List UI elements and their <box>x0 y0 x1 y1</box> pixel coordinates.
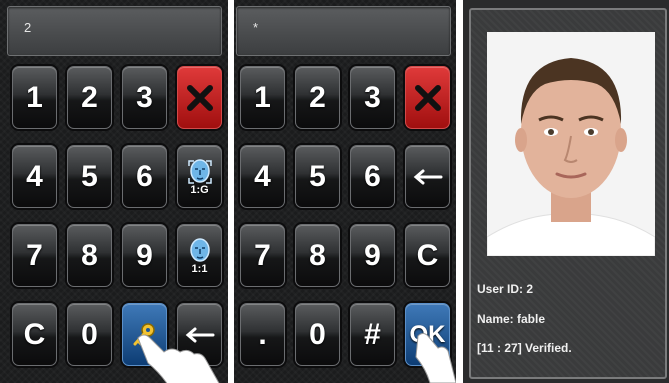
key-label: . <box>258 317 267 351</box>
key-7[interactable]: 7 <box>240 224 285 287</box>
key-4[interactable]: 4 <box>12 145 57 208</box>
key-label: 4 <box>26 159 43 193</box>
key-label: # <box>364 317 381 351</box>
face-1g-button[interactable]: 1:G <box>177 145 222 208</box>
key-label: 8 <box>309 238 326 272</box>
cancel-button[interactable] <box>177 66 222 129</box>
key-label: 5 <box>309 159 326 193</box>
backspace-button[interactable] <box>405 145 450 208</box>
face-icon <box>189 237 210 262</box>
key-label: 9 <box>364 238 381 272</box>
face-mode-label: 1:G <box>190 183 209 196</box>
key-8[interactable]: 8 <box>295 224 340 287</box>
face-portrait-icon <box>487 32 655 256</box>
user-name-text: Name: fable <box>477 312 546 326</box>
key-0[interactable]: 0 <box>295 303 340 366</box>
password-display[interactable]: * <box>236 6 451 56</box>
display-value: * <box>253 20 259 35</box>
key-9[interactable]: 9 <box>350 224 395 287</box>
key-6[interactable]: 6 <box>122 145 167 208</box>
close-icon <box>414 84 441 111</box>
keypad-panel-user-id: 2 1 2 3 4 5 6 1:G 7 8 9 1:1 C 0 <box>0 0 228 383</box>
key-label: 1 <box>26 80 43 114</box>
cancel-button[interactable] <box>405 66 450 129</box>
key-label: 2 <box>309 80 326 114</box>
keypad-panel-password: * 1 2 3 4 5 6 7 8 9 C . 0 # OK <box>234 0 456 383</box>
key-label: 7 <box>26 238 43 272</box>
key-4[interactable]: 4 <box>240 145 285 208</box>
key-2[interactable]: 2 <box>295 66 340 129</box>
clear-button[interactable]: C <box>12 303 57 366</box>
backspace-arrow-icon <box>413 169 442 184</box>
verification-status-text: [11 : 27] Verified. <box>477 341 572 355</box>
dot-button[interactable]: . <box>240 303 285 366</box>
key-label: 0 <box>309 317 326 351</box>
key-9[interactable]: 9 <box>122 224 167 287</box>
close-icon <box>186 84 213 111</box>
user-photo <box>487 32 655 256</box>
key-5[interactable]: 5 <box>67 145 112 208</box>
key-2[interactable]: 2 <box>67 66 112 129</box>
key-label: 4 <box>254 159 271 193</box>
input-display[interactable]: 2 <box>7 6 222 56</box>
verification-panel: User ID: 2 Name: fable [11 : 27] Verifie… <box>463 0 669 383</box>
key-label: C <box>416 238 439 272</box>
hash-button[interactable]: # <box>350 303 395 366</box>
key-label: 7 <box>254 238 271 272</box>
key-0[interactable]: 0 <box>67 303 112 366</box>
key-8[interactable]: 8 <box>67 224 112 287</box>
key-1[interactable]: 1 <box>240 66 285 129</box>
key-label: 9 <box>136 238 153 272</box>
face-mode-label: 1:1 <box>191 262 208 275</box>
key-label: 6 <box>136 159 153 193</box>
key-label: 0 <box>81 317 98 351</box>
key-label: 8 <box>81 238 98 272</box>
key-label: 1 <box>254 80 271 114</box>
key-label: C <box>23 317 46 351</box>
key-3[interactable]: 3 <box>350 66 395 129</box>
display-value: 2 <box>24 20 32 35</box>
user-id-text: User ID: 2 <box>477 282 534 296</box>
key-5[interactable]: 5 <box>295 145 340 208</box>
key-label: 3 <box>136 80 153 114</box>
pointing-hand-icon <box>137 334 220 383</box>
key-label: 3 <box>364 80 381 114</box>
key-label: 6 <box>364 159 381 193</box>
clear-button[interactable]: C <box>405 224 450 287</box>
key-6[interactable]: 6 <box>350 145 395 208</box>
key-label: 2 <box>81 80 98 114</box>
key-7[interactable]: 7 <box>12 224 57 287</box>
key-label: 5 <box>81 159 98 193</box>
face-1-1-button[interactable]: 1:1 <box>177 224 222 287</box>
pointing-hand-icon <box>415 333 456 383</box>
face-icon <box>187 158 212 184</box>
panel-divider <box>456 0 463 383</box>
key-1[interactable]: 1 <box>12 66 57 129</box>
key-3[interactable]: 3 <box>122 66 167 129</box>
